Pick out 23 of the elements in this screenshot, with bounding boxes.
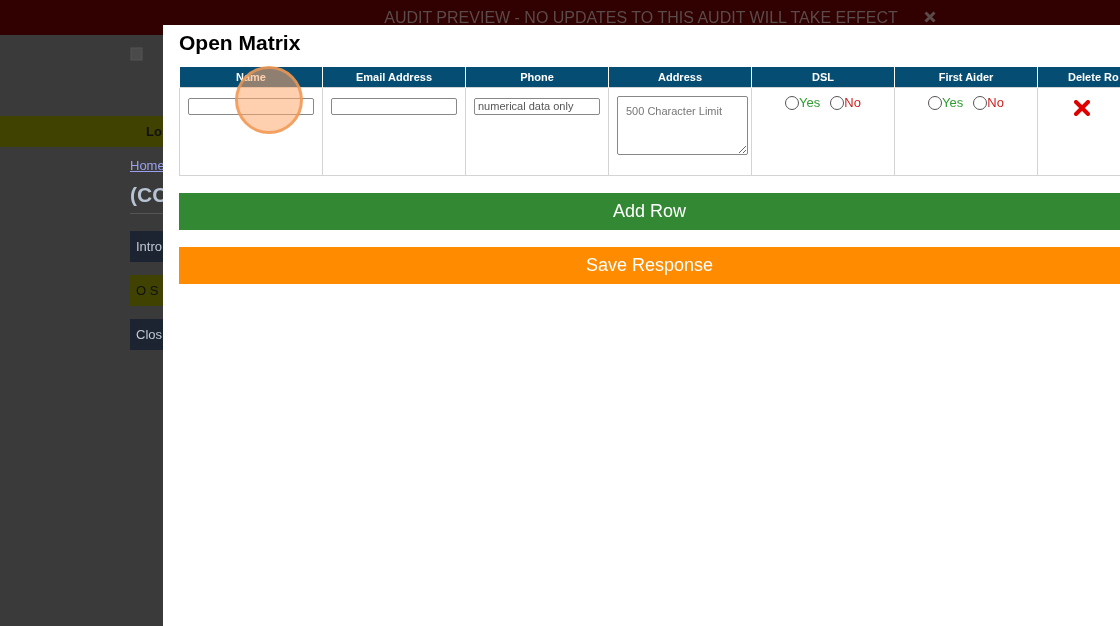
text-field[interactable] [188,97,314,115]
breadcrumb-link[interactable]: Home [130,158,165,173]
section-button[interactable]: Intro [130,231,163,262]
save-button[interactable]: Save Response [179,247,1120,284]
column-header: Address [608,67,752,88]
radio-label: No [987,95,1004,110]
radio-label: Yes [799,95,821,110]
modal-title: Open Matrix [179,31,302,55]
column-header: Phone [465,67,609,88]
section-button[interactable]: Clos [130,319,163,350]
text-field[interactable] [331,97,457,115]
banner-text: AUDIT PREVIEW - NO UPDATES TO THIS AUDIT WILL TAKE EFFECT [384,9,898,27]
radio-label: Yes [942,95,964,110]
column-header: DSL [751,67,895,88]
address-field[interactable]: 500 Character Limit [617,96,748,155]
delete-icon[interactable] [1073,100,1090,116]
radio-label: No [844,95,861,110]
column-header: Email Address [322,67,466,88]
column-header: First Aider [894,67,1038,88]
add-row-button[interactable]: Add Row [179,193,1120,230]
column-header: Delete Ro [1037,67,1120,88]
broken-image-icon [130,47,144,61]
text-field[interactable]: numerical data only [474,97,600,115]
